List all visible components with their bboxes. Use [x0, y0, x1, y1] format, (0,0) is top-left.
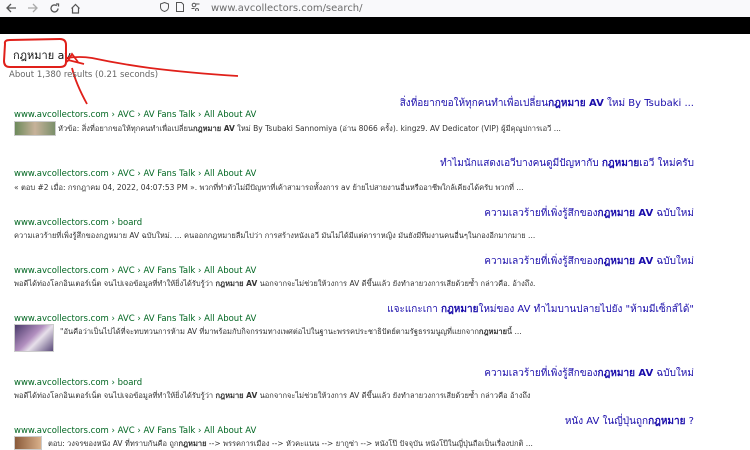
browser-toolbar: www.avcollectors.com/search/ [0, 0, 750, 18]
back-icon[interactable] [3, 0, 19, 16]
result-title[interactable]: ความเลวร้ายที่เพิ่งรู้สึกของกฎหมาย AV ฉบ… [484, 366, 694, 381]
result-snippet: พอดีได้ท่องโลกอินเตอร์เน็ต จนไปเจอข้อมูล… [14, 391, 531, 400]
home-icon[interactable] [67, 0, 83, 16]
result-title[interactable]: ความเลวร้ายที่เพิ่งรู้สึกของกฎหมาย AV ฉบ… [484, 254, 694, 269]
result-thumbnail[interactable] [14, 324, 54, 352]
url-text[interactable]: www.avcollectors.com/search/ [211, 3, 363, 14]
redacted-bar [0, 17, 750, 34]
result-title[interactable]: แจะแกะเกา กฎหมายใหม่ของ AV ทำไมบานปลายไป… [387, 302, 694, 317]
address-bar[interactable]: www.avcollectors.com/search/ [160, 0, 363, 16]
result-thumbnail[interactable] [14, 436, 42, 450]
permissions-icon[interactable] [191, 2, 200, 14]
result-url[interactable]: www.avcollectors.com › AVC › AV Fans Tal… [14, 266, 256, 276]
result-stats: About 1,380 results (0.21 seconds) [9, 70, 159, 80]
page-icon[interactable] [176, 1, 184, 15]
result-thumbnail[interactable] [14, 121, 56, 136]
search-input[interactable]: กฎหมาย av [10, 44, 480, 66]
result-title[interactable]: หนัง AV ในญี่ปุ่นถูกกฎหมาย ? [565, 414, 694, 429]
result-snippet: ตอบ: วงจรของหนัง AV ที่ทราบกันคือ ถูกกฎห… [48, 439, 533, 448]
result-snippet: "อันคือว่าเป็นไปได้ที่จะทบทวนการห้าม AV … [60, 327, 522, 336]
result-url[interactable]: www.avcollectors.com › board [14, 378, 142, 388]
reload-icon[interactable] [46, 0, 62, 16]
result-url[interactable]: www.avcollectors.com › board [14, 218, 142, 228]
result-url[interactable]: www.avcollectors.com › AVC › AV Fans Tal… [14, 426, 256, 436]
result-snippet: ความเลวร้ายที่เพิ่งรู้สึกของกฎหมาย AV ฉบ… [14, 231, 536, 240]
forward-icon[interactable] [24, 0, 40, 16]
result-title[interactable]: สิ่งที่อยากขอให้ทุกคนทำเพื่อเปลี่ยนกฎหมา… [400, 96, 694, 111]
result-snippet: พอดีได้ท่องโลกอินเตอร์เน็ต จนไปเจอข้อมูล… [14, 279, 536, 288]
result-url[interactable]: www.avcollectors.com › AVC › AV Fans Tal… [14, 169, 256, 179]
result-url[interactable]: www.avcollectors.com › AVC › AV Fans Tal… [14, 110, 256, 120]
result-title[interactable]: ทำไมนักแสดงเอวีบางคนดูมีปัญหากับ กฎหมายเ… [440, 156, 694, 171]
search-query: กฎหมาย av [13, 49, 71, 62]
result-title[interactable]: ความเลวร้ายที่เพิ่งรู้สึกของกฎหมาย AV ฉบ… [484, 206, 694, 221]
shield-icon[interactable] [160, 1, 169, 15]
result-url[interactable]: www.avcollectors.com › AVC › AV Fans Tal… [14, 314, 256, 324]
result-snippet: « ตอบ #2 เมื่อ: กรกฎาคม 04, 2022, 04:07:… [14, 183, 524, 192]
result-snippet: หัวข้อ: สิ่งที่อยากขอให้ทุกคนทำเพื่อเปลี… [58, 124, 561, 133]
